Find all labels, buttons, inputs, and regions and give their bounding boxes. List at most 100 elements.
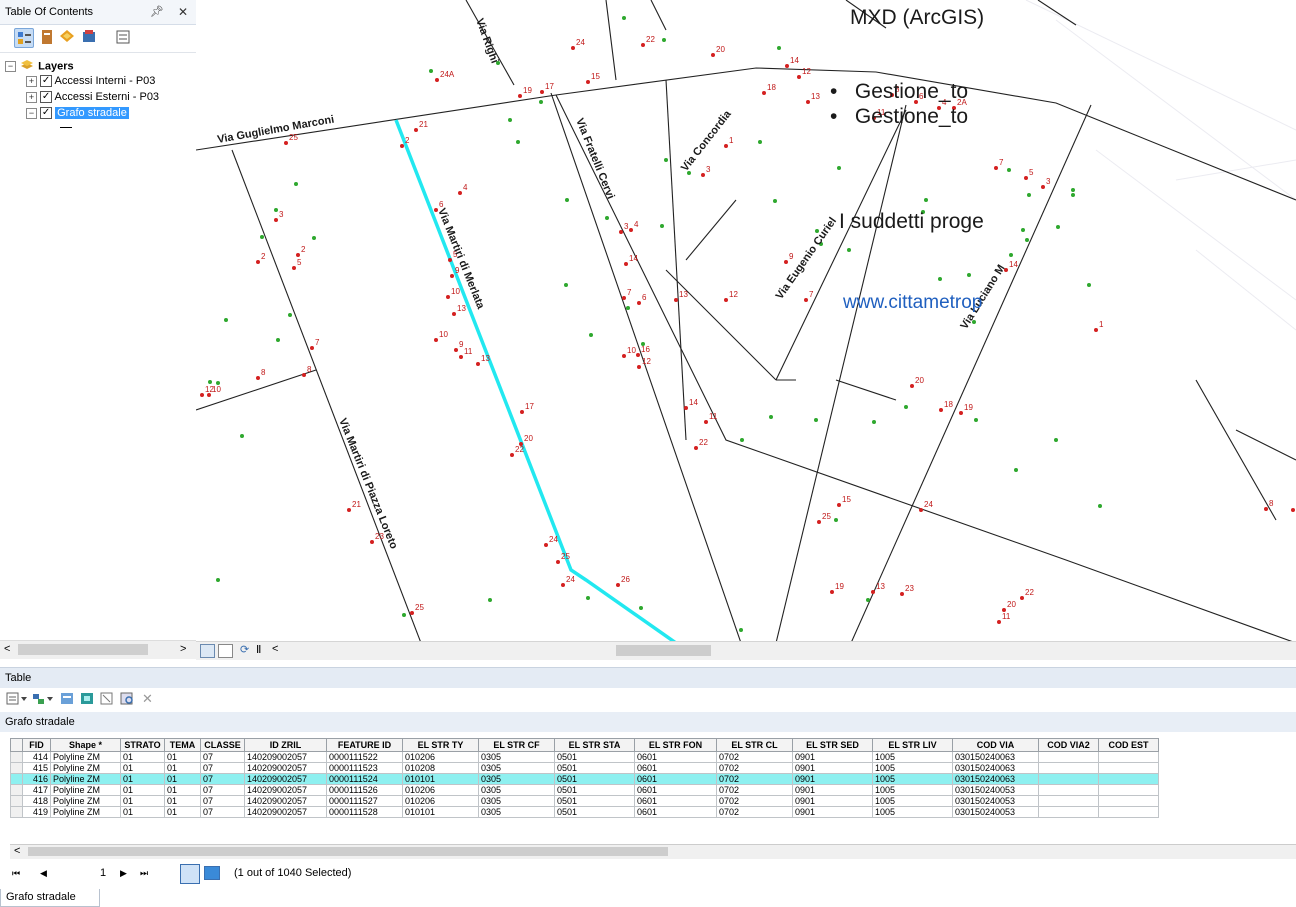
slide-link[interactable]: www.cittametrop — [843, 292, 982, 314]
table-tab[interactable]: Grafo stradale — [0, 889, 100, 907]
table-cell[interactable]: 0702 — [716, 784, 793, 796]
table-cell[interactable]: 140209002057 — [244, 751, 327, 763]
map-point-red[interactable] — [448, 258, 452, 262]
column-header[interactable]: EL STR CL — [716, 738, 793, 752]
map-point-red[interactable] — [997, 620, 1001, 624]
map-point-red[interactable] — [400, 144, 404, 148]
layer-item-grafo-stradale[interactable]: − ✓ Grafo stradale — [26, 106, 129, 121]
column-header[interactable]: FEATURE ID — [326, 738, 403, 752]
table-cell[interactable]: 1005 — [872, 762, 953, 774]
column-header[interactable]: COD VIA2 — [1038, 738, 1099, 752]
scroll-left-icon[interactable]: < — [4, 643, 10, 655]
row-selector[interactable] — [10, 773, 23, 785]
map-point-red[interactable] — [694, 446, 698, 450]
map-point-green[interactable] — [924, 198, 928, 202]
table-cell[interactable]: 415 — [22, 762, 51, 774]
map-point-red[interactable] — [797, 75, 801, 79]
map-point-red[interactable] — [200, 393, 204, 397]
table-cell[interactable] — [1038, 784, 1099, 796]
table-cell[interactable]: 0901 — [792, 773, 873, 785]
table-cell[interactable]: 010206 — [402, 784, 479, 796]
map-point-green[interactable] — [508, 118, 512, 122]
map-point-red[interactable] — [310, 346, 314, 350]
map-point-green[interactable] — [224, 318, 228, 322]
table-cell[interactable]: 0702 — [716, 795, 793, 807]
map-point-red[interactable] — [994, 166, 998, 170]
table-cell[interactable]: 010101 — [402, 806, 479, 818]
map-point-green[interactable] — [938, 277, 942, 281]
map-point-red[interactable] — [434, 338, 438, 342]
map-point-red[interactable] — [641, 43, 645, 47]
row-selector[interactable] — [10, 784, 23, 796]
table-cell[interactable]: 140209002057 — [244, 795, 327, 807]
map-point-red[interactable] — [458, 191, 462, 195]
map-point-green[interactable] — [1021, 228, 1025, 232]
table-cell[interactable]: 07 — [200, 751, 245, 763]
map-point-green[interactable] — [773, 199, 777, 203]
table-row[interactable]: 419 Polyline ZM 01 01 07 140209002057 00001115… — [10, 806, 1159, 818]
map-point-red[interactable] — [724, 144, 728, 148]
table-cell[interactable]: 140209002057 — [244, 806, 327, 818]
table-cell[interactable] — [1038, 806, 1099, 818]
table-cell[interactable]: 01 — [120, 751, 165, 763]
map-point-green[interactable] — [1071, 188, 1075, 192]
first-record-button[interactable]: ⏮ — [12, 868, 20, 879]
table-cell[interactable]: 0702 — [716, 762, 793, 774]
map-point-red[interactable] — [347, 508, 351, 512]
table-cell[interactable]: 0702 — [716, 751, 793, 763]
map-point-red[interactable] — [837, 503, 841, 507]
table-cell[interactable]: 030150240053 — [952, 784, 1039, 796]
map-point-red[interactable] — [302, 373, 306, 377]
table-cell[interactable]: 414 — [22, 751, 51, 763]
map-point-green[interactable] — [1027, 193, 1031, 197]
table-cell[interactable]: 0901 — [792, 806, 873, 818]
table-cell[interactable]: 140209002057 — [244, 784, 327, 796]
table-cell[interactable] — [1038, 751, 1099, 763]
table-cell[interactable]: 07 — [200, 773, 245, 785]
table-cell[interactable]: 419 — [22, 806, 51, 818]
map-point-red[interactable] — [1291, 508, 1295, 512]
table-row[interactable]: 417 Polyline ZM 01 01 07 140209002057 00001115… — [10, 784, 1159, 796]
map-point-green[interactable] — [847, 248, 851, 252]
column-header[interactable]: EL STR CF — [478, 738, 555, 752]
map-point-red[interactable] — [674, 298, 678, 302]
map-point-green[interactable] — [814, 418, 818, 422]
map-point-red[interactable] — [629, 228, 633, 232]
layer-item-accessi-esterni[interactable]: + ✓ Accessi Esterni - P03 — [26, 90, 159, 105]
table-row[interactable]: 418 Polyline ZM 01 01 07 140209002057 00001115… — [10, 795, 1159, 807]
map-point-green[interactable] — [240, 434, 244, 438]
map-point-red[interactable] — [571, 46, 575, 50]
table-cell[interactable]: 0601 — [634, 762, 717, 774]
delete-selected-icon[interactable]: ✕ — [142, 691, 153, 707]
layer-visibility-checkbox[interactable]: ✓ — [40, 107, 53, 120]
table-cell[interactable]: Polyline ZM — [50, 784, 121, 796]
map-point-red[interactable] — [939, 408, 943, 412]
options-icon[interactable] — [114, 28, 132, 46]
map-point-red[interactable] — [817, 520, 821, 524]
table-cell[interactable]: 1005 — [872, 773, 953, 785]
table-cell[interactable]: 0901 — [792, 795, 873, 807]
map-point-green[interactable] — [1009, 253, 1013, 257]
show-selected-records-icon[interactable] — [204, 866, 220, 880]
table-cell[interactable]: 030150240053 — [952, 806, 1039, 818]
current-record-field[interactable]: 1 — [100, 867, 106, 879]
map-point-red[interactable] — [871, 590, 875, 594]
column-header[interactable]: EL STR TY — [402, 738, 479, 752]
map-point-red[interactable] — [540, 90, 544, 94]
table-cell[interactable]: 0000111523 — [326, 762, 403, 774]
map-point-red[interactable] — [900, 592, 904, 596]
layer-item-accessi-interni[interactable]: + ✓ Accessi Interni - P03 — [26, 74, 155, 89]
map-horizontal-scrollbar[interactable]: ⟳ Ⅱ < — [196, 641, 1296, 660]
map-point-red[interactable] — [784, 260, 788, 264]
table-cell[interactable]: 0305 — [478, 795, 555, 807]
map-point-red[interactable] — [561, 583, 565, 587]
map-point-red[interactable] — [762, 91, 766, 95]
table-cell[interactable]: 01 — [120, 762, 165, 774]
map-point-red[interactable] — [284, 141, 288, 145]
expand-icon[interactable]: + — [26, 91, 37, 103]
pause-icon[interactable]: Ⅱ — [256, 643, 261, 656]
map-point-green[interactable] — [586, 596, 590, 600]
map-canvas[interactable]: 24 222024A 1518141219 17 864 2A131125212 13753… — [196, 0, 1296, 643]
map-point-green[interactable] — [516, 140, 520, 144]
close-icon[interactable]: ✕ — [178, 0, 188, 24]
